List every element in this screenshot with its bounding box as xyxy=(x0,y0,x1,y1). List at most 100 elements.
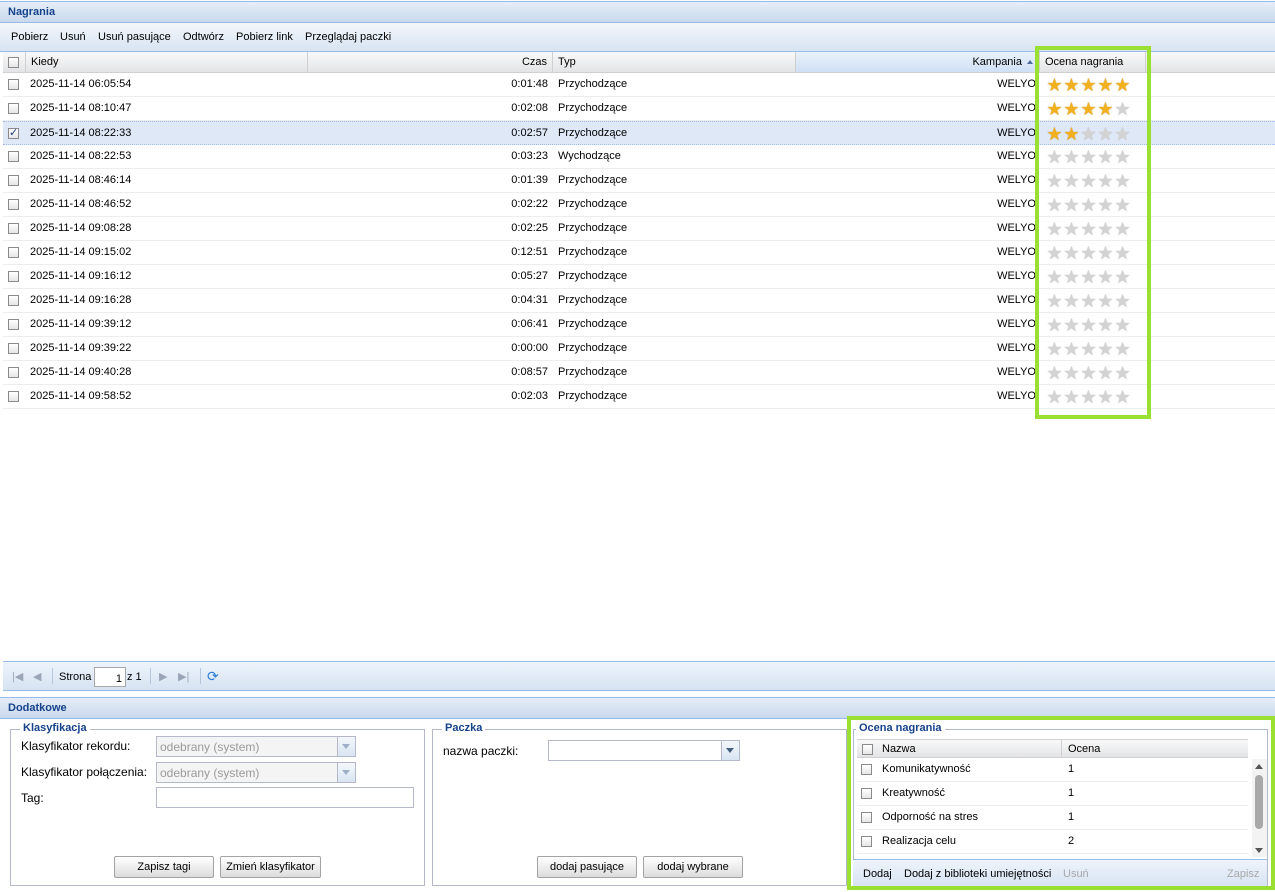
row-checkbox[interactable] xyxy=(8,343,19,354)
star-empty-icon[interactable]: ★ xyxy=(1114,100,1131,118)
star-rating[interactable]: ★ ★ ★ ★ ★ xyxy=(1046,196,1131,214)
star-empty-icon[interactable]: ★ xyxy=(1046,244,1063,262)
table-row[interactable]: 2025-11-14 09:15:02 0:12:51 Przychodzące WE… xyxy=(3,241,1275,265)
column-header-rating[interactable]: Ocena nagrania xyxy=(1040,52,1146,72)
rating-column-score[interactable]: Ocena xyxy=(1068,743,1100,755)
star-empty-icon[interactable]: ★ xyxy=(1114,148,1131,166)
rating-row[interactable]: Odporność na stres 1 xyxy=(857,806,1248,830)
record-classifier-select[interactable]: odebrany (system) xyxy=(156,736,356,757)
refresh-icon[interactable]: ⟳ xyxy=(207,668,219,685)
select-all-checkbox[interactable] xyxy=(8,57,19,68)
rating-row[interactable]: Kreatywność 1 xyxy=(857,782,1248,806)
star-empty-icon[interactable]: ★ xyxy=(1114,268,1131,286)
star-rating[interactable]: ★ ★ ★ ★ ★ xyxy=(1046,268,1131,286)
next-page-icon[interactable]: ▶ xyxy=(159,670,167,683)
star-filled-icon[interactable]: ★ xyxy=(1097,100,1114,118)
star-empty-icon[interactable]: ★ xyxy=(1063,172,1080,190)
table-row[interactable]: 2025-11-14 06:05:54 0:01:48 Przychodzące WE… xyxy=(3,73,1275,97)
star-rating[interactable]: ★ ★ ★ ★ ★ xyxy=(1046,364,1131,382)
star-rating[interactable]: ★ ★ ★ ★ ★ xyxy=(1046,100,1131,118)
star-empty-icon[interactable]: ★ xyxy=(1063,340,1080,358)
star-empty-icon[interactable]: ★ xyxy=(1080,268,1097,286)
save-tags-button[interactable]: Zapisz tagi xyxy=(114,856,214,878)
star-empty-icon[interactable]: ★ xyxy=(1080,316,1097,334)
star-rating[interactable]: ★ ★ ★ ★ ★ xyxy=(1046,316,1131,334)
star-empty-icon[interactable]: ★ xyxy=(1114,340,1131,358)
star-empty-icon[interactable]: ★ xyxy=(1046,316,1063,334)
last-page-icon[interactable]: ▶| xyxy=(178,670,189,683)
table-row[interactable]: 2025-11-14 09:58:52 0:02:03 Przychodzące WE… xyxy=(3,385,1275,409)
table-row[interactable]: 2025-11-14 08:46:14 0:01:39 Przychodzące WE… xyxy=(3,169,1275,193)
star-empty-icon[interactable]: ★ xyxy=(1063,316,1080,334)
star-empty-icon[interactable]: ★ xyxy=(1097,220,1114,238)
row-checkbox[interactable] xyxy=(8,151,19,162)
star-rating[interactable]: ★ ★ ★ ★ ★ xyxy=(1046,220,1131,238)
star-empty-icon[interactable]: ★ xyxy=(1046,268,1063,286)
table-row[interactable]: 2025-11-14 08:22:33 0:02:57 Przychodzące WE… xyxy=(3,121,1275,145)
star-rating[interactable]: ★ ★ ★ ★ ★ xyxy=(1046,172,1131,190)
star-empty-icon[interactable]: ★ xyxy=(1046,292,1063,310)
star-empty-icon[interactable]: ★ xyxy=(1080,172,1097,190)
table-row[interactable]: 2025-11-14 08:46:52 0:02:22 Przychodzące WE… xyxy=(3,193,1275,217)
star-empty-icon[interactable]: ★ xyxy=(1080,364,1097,382)
star-rating[interactable]: ★ ★ ★ ★ ★ xyxy=(1046,76,1131,94)
row-checkbox[interactable] xyxy=(8,367,19,378)
star-empty-icon[interactable]: ★ xyxy=(1097,125,1114,143)
rating-select-all-checkbox[interactable] xyxy=(862,744,873,755)
star-empty-icon[interactable]: ★ xyxy=(1063,364,1080,382)
star-empty-icon[interactable]: ★ xyxy=(1063,244,1080,262)
change-classifier-button[interactable]: Zmień klasyfikator xyxy=(220,856,321,878)
rating-column-name[interactable]: Nazwa xyxy=(882,743,916,755)
star-empty-icon[interactable]: ★ xyxy=(1063,388,1080,406)
star-empty-icon[interactable]: ★ xyxy=(1097,292,1114,310)
star-rating[interactable]: ★ ★ ★ ★ ★ xyxy=(1046,125,1131,143)
star-rating[interactable]: ★ ★ ★ ★ ★ xyxy=(1046,292,1131,310)
scroll-up-icon[interactable] xyxy=(1255,764,1263,769)
star-empty-icon[interactable]: ★ xyxy=(1046,340,1063,358)
page-number-input[interactable] xyxy=(94,667,126,687)
table-row[interactable]: 2025-11-14 08:10:47 0:02:08 Przychodzące WE… xyxy=(3,97,1275,121)
star-filled-icon[interactable]: ★ xyxy=(1063,125,1080,143)
table-row[interactable]: 2025-11-14 09:16:28 0:04:31 Przychodzące WE… xyxy=(3,289,1275,313)
star-empty-icon[interactable]: ★ xyxy=(1080,292,1097,310)
star-empty-icon[interactable]: ★ xyxy=(1114,196,1131,214)
row-checkbox[interactable] xyxy=(8,175,19,186)
rating-row-checkbox[interactable] xyxy=(861,764,872,775)
star-empty-icon[interactable]: ★ xyxy=(1046,388,1063,406)
rating-grid-scrollbar[interactable] xyxy=(1252,759,1267,857)
row-checkbox[interactable] xyxy=(8,247,19,258)
star-empty-icon[interactable]: ★ xyxy=(1063,220,1080,238)
star-empty-icon[interactable]: ★ xyxy=(1114,388,1131,406)
rating-row-checkbox[interactable] xyxy=(861,836,872,847)
rating-row-checkbox[interactable] xyxy=(861,788,872,799)
table-row[interactable]: 2025-11-14 09:16:12 0:05:27 Przychodzące WE… xyxy=(3,265,1275,289)
table-row[interactable]: 2025-11-14 09:39:22 0:00:00 Przychodzące WE… xyxy=(3,337,1275,361)
first-page-icon[interactable]: |◀ xyxy=(12,670,23,683)
play-button[interactable]: Odtwórz xyxy=(183,31,224,43)
row-checkbox[interactable] xyxy=(8,391,19,402)
call-classifier-select[interactable]: odebrany (system) xyxy=(156,762,356,783)
star-empty-icon[interactable]: ★ xyxy=(1080,196,1097,214)
star-empty-icon[interactable]: ★ xyxy=(1114,220,1131,238)
package-name-select[interactable] xyxy=(548,740,740,761)
star-empty-icon[interactable]: ★ xyxy=(1046,148,1063,166)
get-link-button[interactable]: Pobierz link xyxy=(236,31,293,43)
star-empty-icon[interactable]: ★ xyxy=(1114,125,1131,143)
row-checkbox[interactable] xyxy=(8,79,19,90)
chevron-down-icon[interactable] xyxy=(337,737,355,756)
star-empty-icon[interactable]: ★ xyxy=(1097,364,1114,382)
rating-row-checkbox[interactable] xyxy=(861,812,872,823)
star-empty-icon[interactable]: ★ xyxy=(1114,364,1131,382)
star-rating[interactable]: ★ ★ ★ ★ ★ xyxy=(1046,148,1131,166)
column-header-when[interactable]: Kiedy xyxy=(26,52,308,72)
row-checkbox[interactable] xyxy=(8,223,19,234)
star-empty-icon[interactable]: ★ xyxy=(1114,244,1131,262)
row-checkbox[interactable] xyxy=(8,295,19,306)
star-empty-icon[interactable]: ★ xyxy=(1063,292,1080,310)
star-filled-icon[interactable]: ★ xyxy=(1080,100,1097,118)
star-empty-icon[interactable]: ★ xyxy=(1080,220,1097,238)
download-button[interactable]: Pobierz xyxy=(11,31,48,43)
star-filled-icon[interactable]: ★ xyxy=(1046,76,1063,94)
add-matching-button[interactable]: dodaj pasujące xyxy=(537,856,637,878)
add-selected-button[interactable]: dodaj wybrane xyxy=(643,856,743,878)
